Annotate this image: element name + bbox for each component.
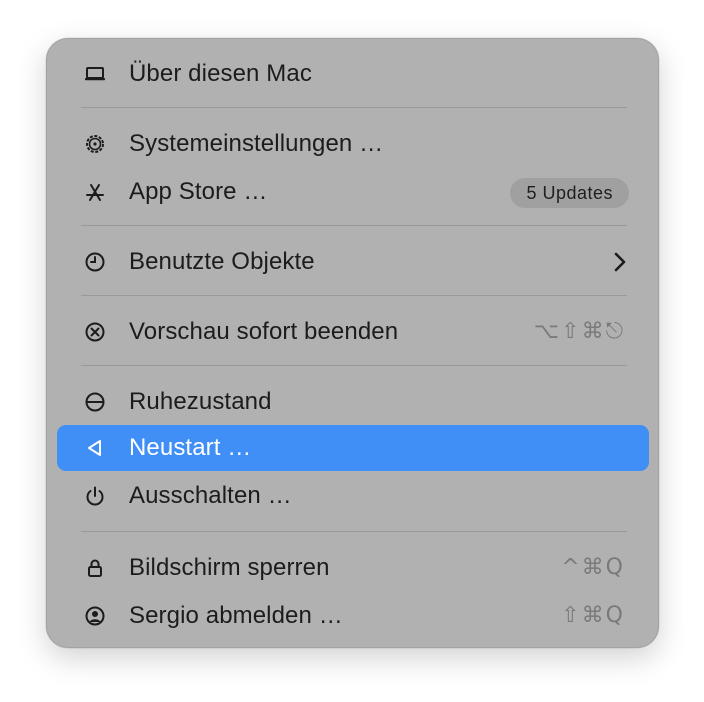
menu-separator xyxy=(81,365,627,366)
menu-separator xyxy=(81,531,627,532)
menu-item-label: Ausschalten … xyxy=(129,482,292,509)
menu-item-label: Benutzte Objekte xyxy=(129,248,315,275)
lock-icon xyxy=(83,556,107,580)
clock-icon xyxy=(83,250,107,274)
menu-item-restart[interactable]: Neustart … xyxy=(57,425,649,471)
apple-menu: Über diesen Mac Systemeinstellungen … Ap… xyxy=(46,38,659,648)
menu-item-recent-items[interactable]: Benutzte Objekte xyxy=(57,239,649,285)
menu-item-system-settings[interactable]: Systemeinstellungen … xyxy=(57,121,649,167)
menu-separator xyxy=(81,295,627,296)
menu-item-lock-screen[interactable]: Bildschirm sperren ^⌘Q xyxy=(57,545,649,591)
force-quit-icon xyxy=(83,320,107,344)
menu-item-app-store[interactable]: App Store … 5 Updates xyxy=(57,169,649,215)
keyboard-shortcut: ⌥⇧⌘⎋ xyxy=(533,319,625,344)
app-store-icon xyxy=(83,180,107,204)
menu-item-label: Vorschau sofort beenden xyxy=(129,318,399,345)
user-icon xyxy=(83,604,107,628)
menu-item-label: Ruhezustand xyxy=(129,388,272,415)
menu-item-label: Bildschirm sperren xyxy=(129,554,330,581)
gear-icon xyxy=(83,132,107,156)
menu-item-label: Über diesen Mac xyxy=(129,60,312,87)
menu-item-log-out[interactable]: Sergio abmelden … ⇧⌘Q xyxy=(57,593,649,639)
menu-item-sleep[interactable]: Ruhezustand xyxy=(57,379,649,425)
power-icon xyxy=(83,484,107,508)
menu-item-label: App Store … xyxy=(129,178,268,205)
laptop-icon xyxy=(83,62,107,86)
menu-item-force-quit[interactable]: Vorschau sofort beenden ⌥⇧⌘⎋ xyxy=(57,309,649,355)
menu-item-label: Systemeinstellungen … xyxy=(129,130,384,157)
menu-item-shutdown[interactable]: Ausschalten … xyxy=(57,473,649,519)
restart-icon xyxy=(83,436,107,460)
keyboard-shortcut: ^⌘Q xyxy=(561,555,625,580)
menu-item-about[interactable]: Über diesen Mac xyxy=(57,51,649,97)
menu-separator xyxy=(81,107,627,108)
chevron-right-icon xyxy=(613,252,627,272)
updates-badge: 5 Updates xyxy=(510,178,629,208)
sleep-icon xyxy=(83,390,107,414)
menu-separator xyxy=(81,225,627,226)
menu-item-label: Sergio abmelden … xyxy=(129,602,343,629)
keyboard-shortcut: ⇧⌘Q xyxy=(561,603,625,628)
menu-item-label: Neustart … xyxy=(129,434,252,461)
